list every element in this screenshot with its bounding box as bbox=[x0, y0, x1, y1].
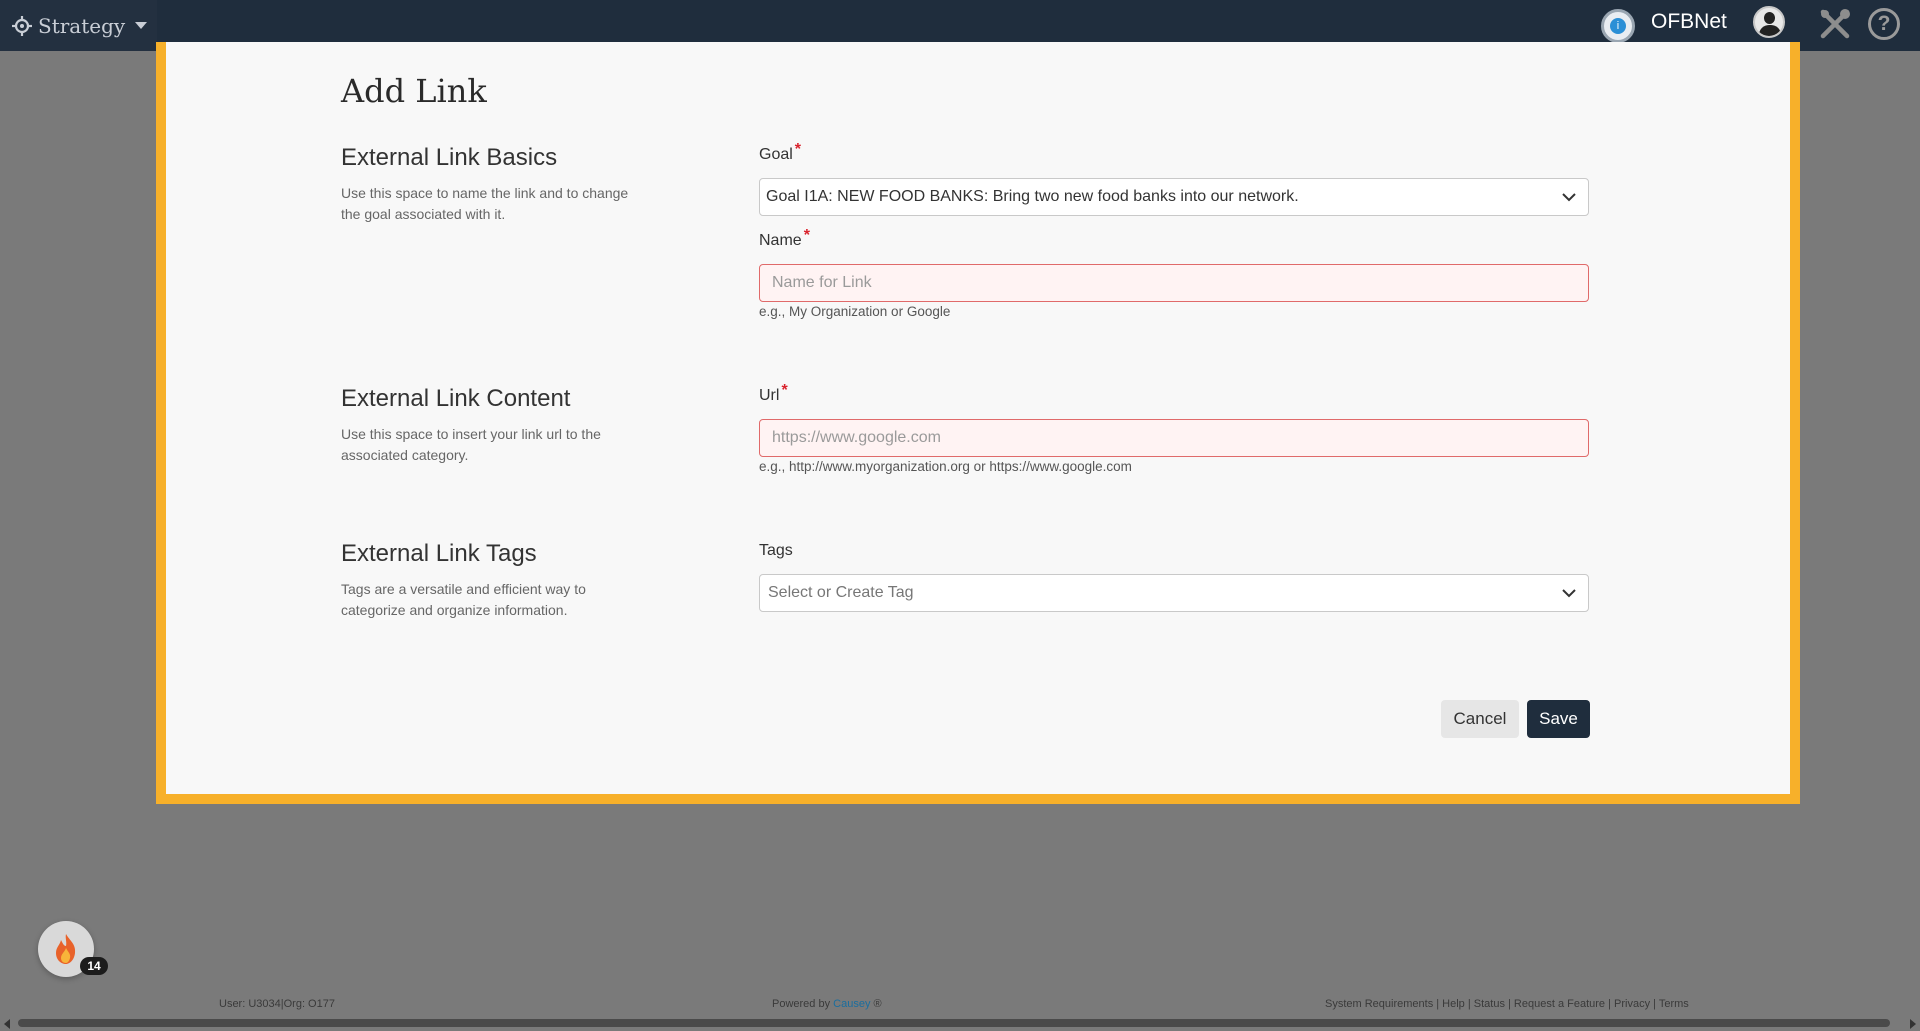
goal-select[interactable]: Goal I1A: NEW FOOD BANKS: Bring two new … bbox=[759, 178, 1589, 216]
wrench-screwdriver-icon[interactable] bbox=[1818, 7, 1852, 41]
name-label: Name * bbox=[759, 227, 810, 249]
goal-select-value: Goal I1A: NEW FOOD BANKS: Bring two new … bbox=[766, 188, 1299, 205]
footer-user-info: User: U3034|Org: O177 bbox=[219, 998, 335, 1010]
goal-label: Goal * bbox=[759, 141, 802, 163]
section-title-tags: External Link Tags bbox=[341, 540, 537, 567]
name-input[interactable] bbox=[759, 264, 1589, 302]
modal-title: Add Link bbox=[341, 72, 487, 110]
required-mark: * bbox=[803, 227, 810, 244]
user-avatar-icon[interactable] bbox=[1753, 6, 1785, 38]
name-help-text: e.g., My Organization or Google bbox=[759, 304, 951, 319]
flame-icon bbox=[56, 934, 76, 964]
footer-links[interactable]: System Requirements | Help | Status | Re… bbox=[1325, 998, 1689, 1010]
footer: User: U3034|Org: O177 Powered by Causey … bbox=[0, 991, 1920, 1015]
required-mark: * bbox=[794, 141, 802, 158]
scroll-thumb[interactable] bbox=[18, 1019, 1890, 1027]
tags-label: Tags bbox=[759, 542, 793, 559]
tags-select-placeholder: Select or Create Tag bbox=[768, 584, 914, 601]
section-desc-content: Use this space to insert your link url t… bbox=[341, 426, 601, 463]
horizontal-scrollbar[interactable] bbox=[0, 1015, 1920, 1031]
notification-count-badge: 14 bbox=[80, 957, 108, 975]
save-button[interactable]: Save bbox=[1527, 700, 1590, 738]
tags-select[interactable]: Select or Create Tag bbox=[759, 574, 1589, 612]
app-name: Strategy bbox=[38, 13, 126, 38]
app-switcher[interactable]: Strategy bbox=[0, 0, 157, 51]
url-help-text: e.g., http://www.myorganization.org or h… bbox=[759, 459, 1132, 474]
cancel-button[interactable]: Cancel bbox=[1441, 700, 1519, 738]
section-title-content: External Link Content bbox=[341, 385, 571, 412]
chevron-down-icon bbox=[1562, 193, 1576, 202]
caret-down-icon bbox=[135, 22, 148, 29]
footer-powered-by: Powered by Causey ® bbox=[772, 998, 882, 1010]
section-desc-tags: Tags are a versatile and efficient way t… bbox=[341, 581, 586, 618]
chevron-down-icon bbox=[1562, 589, 1576, 598]
required-mark: * bbox=[781, 382, 788, 399]
section-title-basics: External Link Basics bbox=[341, 144, 558, 171]
section-desc-basics: Use this space to name the link and to c… bbox=[341, 185, 629, 222]
scroll-left-arrow-icon[interactable] bbox=[4, 1019, 10, 1029]
url-label: Url * bbox=[759, 382, 788, 404]
crosshair-gear-icon bbox=[12, 15, 32, 36]
question-circle-icon[interactable]: ? bbox=[1868, 8, 1900, 40]
url-input[interactable] bbox=[759, 419, 1589, 457]
add-link-modal: Add Link External Link Basics Use this s… bbox=[156, 42, 1800, 804]
info-icon: i bbox=[1610, 18, 1626, 34]
org-name[interactable]: OFBNet bbox=[1651, 10, 1727, 34]
scroll-right-arrow-icon[interactable] bbox=[1910, 1019, 1916, 1029]
causey-link[interactable]: Causey bbox=[833, 998, 870, 1010]
org-logo-icon[interactable]: i bbox=[1601, 9, 1635, 43]
